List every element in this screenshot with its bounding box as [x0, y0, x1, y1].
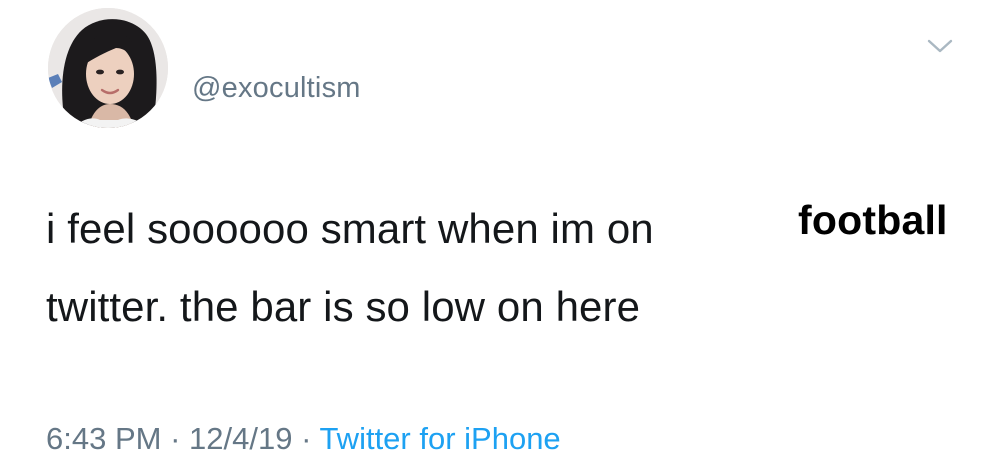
avatar-photo: [48, 8, 168, 128]
meta-separator: ·: [161, 421, 190, 456]
tweet-time[interactable]: 6:43 PM: [46, 421, 161, 456]
overlay-caption-word: football: [798, 197, 948, 243]
chevron-down-icon[interactable]: [927, 38, 953, 54]
avatar[interactable]: [48, 8, 168, 128]
user-handle[interactable]: @exocultism: [192, 72, 361, 105]
tweet-date[interactable]: 12/4/19: [189, 421, 292, 456]
tweet-card: @exocultism i feel soooooo smart when im…: [0, 0, 1000, 460]
tweet-meta: 6:43 PM · 12/4/19 · Twitter for iPhone: [46, 421, 561, 457]
tweet-source-link[interactable]: Twitter for iPhone: [319, 421, 560, 456]
tweet-text-line-2: twitter. the bar is so low on here: [46, 283, 641, 330]
meta-separator: ·: [292, 421, 320, 456]
